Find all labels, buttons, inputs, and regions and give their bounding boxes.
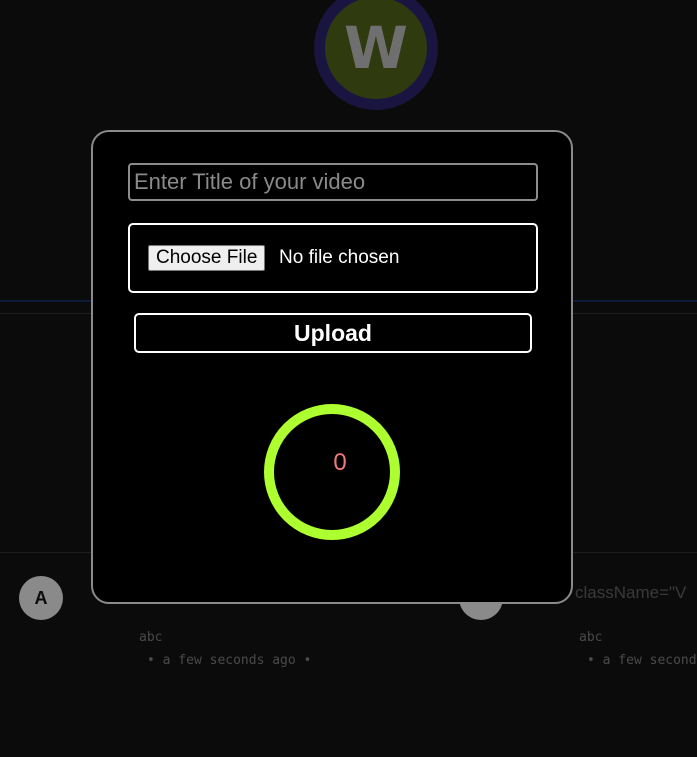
upload-modal: Choose File No file chosen Upload 0 xyxy=(91,130,573,604)
video-card-meta: • a few seconds ago • xyxy=(147,653,312,668)
upload-button[interactable]: Upload xyxy=(134,313,532,353)
video-card-meta: • a few seconds ago • xyxy=(587,653,697,668)
video-card-code-fragment: className="V xyxy=(575,583,687,602)
channel-avatar-letter: W xyxy=(325,0,427,99)
file-picker-box: Choose File No file chosen xyxy=(128,223,538,293)
upload-progress-value: 0 xyxy=(333,449,347,476)
video-card-avatar[interactable]: A xyxy=(19,576,63,620)
file-status-text: No file chosen xyxy=(279,247,400,268)
video-card-title[interactable]: abc xyxy=(579,630,602,645)
channel-avatar[interactable]: W xyxy=(314,0,438,110)
choose-file-button[interactable]: Choose File xyxy=(148,245,266,271)
page: W A abc • a few seconds ago • A classNam… xyxy=(0,0,697,757)
video-title-input[interactable] xyxy=(128,163,538,201)
video-card-title[interactable]: abc xyxy=(139,630,162,645)
